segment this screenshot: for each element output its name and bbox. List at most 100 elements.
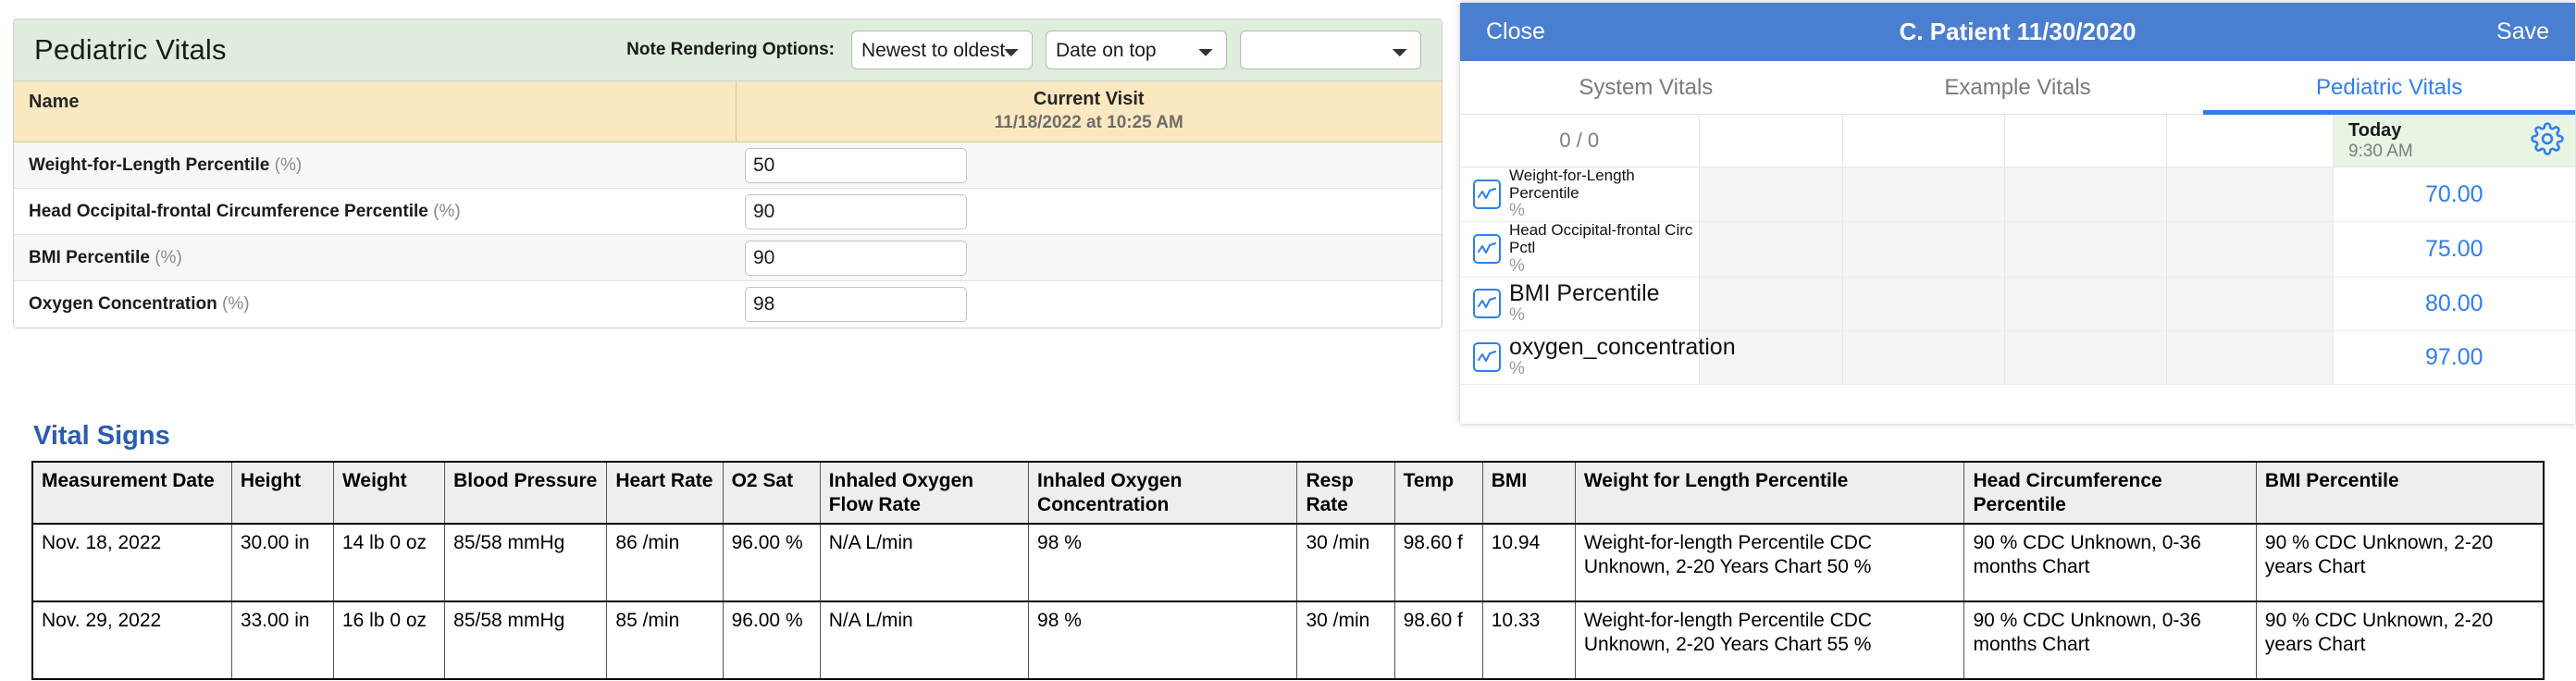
- vitals-grid-row: oxygen_concentration % 97.00: [1460, 330, 2575, 385]
- note-extra-select[interactable]: [1240, 31, 1421, 69]
- vital-name: BMI Percentile: [1509, 279, 1660, 306]
- cell-blood-pressure: 85/58 mmHg: [444, 601, 608, 680]
- vitals-grid-row: Head Occipital-frontal Circ Pctl % 75.00: [1460, 221, 2575, 278]
- cell-weight-for-length-percentile: Weight-for-length Percentile CDC Unknown…: [1574, 523, 1965, 603]
- cell-inhaled-oxygen-flow-rate: N/A L/min: [819, 601, 1030, 680]
- cell-resp-rate: 30 /min: [1296, 523, 1395, 603]
- close-button[interactable]: Close: [1486, 19, 1545, 45]
- cell-inhaled-oxygen-concentration: 98 %: [1028, 523, 1298, 603]
- column-header-current-visit: Current Visit 11/18/2022 at 10:25 AM: [735, 80, 1442, 142]
- empty-cell: [1841, 167, 2004, 223]
- patient-title: C. Patient 11/30/2020: [1899, 18, 2136, 45]
- empty-cell: [1698, 277, 1842, 331]
- tab-label: Example Vitals: [1944, 74, 2091, 100]
- empty-column-header: [2003, 115, 2166, 167]
- tab-label: Pediatric Vitals: [2316, 74, 2463, 100]
- column-header-weight: Weight: [332, 461, 446, 526]
- today-label: Today: [2348, 120, 2402, 142]
- empty-cell: [2165, 221, 2333, 278]
- note-rendering-options: Note Rendering Options: Newest to oldest…: [626, 31, 1421, 69]
- column-header-temp: Temp: [1393, 461, 1483, 526]
- empty-cell: [2165, 277, 2333, 331]
- empty-cell: [1698, 221, 1842, 278]
- table-row: Nov. 18, 2022 30.00 in 14 lb 0 oz 85/58 …: [31, 523, 2545, 603]
- vital-unit: (%): [433, 201, 461, 221]
- cell-bmi-percentile: 90 % CDC Unknown, 2-20 years Chart: [2255, 601, 2545, 680]
- vital-label-bmi-percentile: BMI Percentile (%): [14, 234, 736, 281]
- record-count: 0 / 0: [1460, 115, 1699, 167]
- vital-input-cell: [736, 234, 1442, 281]
- note-rendering-options-label: Note Rendering Options:: [626, 40, 835, 59]
- note-date-position-select[interactable]: Date on top: [1046, 31, 1227, 69]
- line-chart-icon[interactable]: [1473, 342, 1501, 373]
- column-header-blood-pressure: Blood Pressure: [444, 461, 608, 526]
- cell-height: 30.00 in: [230, 523, 334, 603]
- today-time: 9:30 AM: [2348, 141, 2413, 161]
- gear-icon[interactable]: [2531, 121, 2564, 160]
- vital-value-weight-for-length[interactable]: 70.00: [2332, 167, 2575, 223]
- pediatric-vitals-table: Name Current Visit 11/18/2022 at 10:25 A…: [14, 80, 1442, 328]
- column-header-resp-rate: Resp Rate: [1296, 461, 1395, 526]
- pediatric-vitals-header: Pediatric Vitals Note Rendering Options:…: [14, 19, 1442, 80]
- empty-cell: [2165, 330, 2333, 385]
- tab-system-vitals[interactable]: System Vitals: [1460, 61, 1832, 114]
- line-chart-icon[interactable]: [1473, 289, 1501, 319]
- vital-label-head-circumference: Head Occipital-frontal Circumference Per…: [14, 188, 736, 235]
- vital-value-bmi-percentile[interactable]: 80.00: [2332, 277, 2575, 331]
- vital-label-weight-for-length: Weight-for-Length Percentile (%): [14, 142, 736, 189]
- empty-column-header: [1841, 115, 2004, 167]
- note-order-select[interactable]: Newest to oldest: [851, 31, 1033, 69]
- table-header-row: Name Current Visit 11/18/2022 at 10:25 A…: [14, 80, 1442, 142]
- empty-cell: [1698, 167, 1842, 223]
- cell-head-circumference-percentile: 90 % CDC Unknown, 0-36 months Chart: [1963, 523, 2257, 603]
- vital-unit: (%): [222, 293, 250, 314]
- dialog-tabs: System Vitals Example Vitals Pediatric V…: [1460, 61, 2575, 115]
- empty-column-header: [2165, 115, 2333, 167]
- column-header-bmi: BMI: [1481, 461, 1576, 526]
- vital-unit: (%): [155, 247, 182, 267]
- vital-label-oxygen-concentration: Oxygen Concentration (%): [14, 280, 736, 328]
- vital-signs-header-row: Measurement Date Height Weight Blood Pre…: [31, 461, 2545, 526]
- table-row: BMI Percentile (%): [14, 234, 1442, 281]
- column-header-inhaled-oxygen-flow-rate: Inhaled Oxygen Flow Rate: [819, 461, 1030, 526]
- column-header-bmi-percentile: BMI Percentile: [2255, 461, 2545, 526]
- vital-unit: %: [1509, 255, 1525, 276]
- vital-signs-table: Measurement Date Height Weight Blood Pre…: [31, 461, 2545, 681]
- cell-weight-for-length-percentile: Weight-for-length Percentile CDC Unknown…: [1574, 601, 1965, 680]
- vital-signs-section: Vital Signs Measurement Date Height Weig…: [31, 421, 2557, 681]
- vital-label-text: BMI Percentile: [29, 247, 150, 267]
- cell-head-circumference-percentile: 90 % CDC Unknown, 0-36 months Chart: [1963, 601, 2257, 680]
- empty-cell: [1841, 221, 2004, 278]
- bmi-percentile-input[interactable]: [745, 240, 967, 276]
- cell-bmi-percentile: 90 % CDC Unknown, 2-20 years Chart: [2255, 523, 2545, 603]
- vital-value-oxygen-concentration[interactable]: 97.00: [2332, 330, 2575, 385]
- empty-column-header: [1698, 115, 1842, 167]
- vital-unit: %: [1509, 359, 1525, 379]
- cell-inhaled-oxygen-concentration: 98 %: [1028, 601, 1298, 680]
- tab-pediatric-vitals[interactable]: Pediatric Vitals: [2203, 61, 2575, 115]
- save-button[interactable]: Save: [2496, 19, 2549, 45]
- cell-height: 33.00 in: [230, 601, 334, 680]
- cell-measurement-date: Nov. 29, 2022: [31, 601, 232, 680]
- cell-heart-rate: 86 /min: [606, 523, 724, 603]
- cell-temp: 98.60 f: [1393, 601, 1483, 680]
- cell-weight: 16 lb 0 oz: [332, 601, 446, 680]
- column-header-o2-sat: O2 Sat: [722, 461, 821, 526]
- vital-unit: (%): [274, 155, 303, 175]
- empty-cell: [2165, 167, 2333, 223]
- cell-inhaled-oxygen-flow-rate: N/A L/min: [819, 523, 1030, 603]
- vitals-dialog: Close C. Patient 11/30/2020 Save System …: [1460, 3, 2575, 424]
- vital-name-cell: Weight-for-Length Percentile %: [1460, 167, 1699, 223]
- vital-input-cell: [736, 280, 1442, 328]
- vitals-grid: 0 / 0 Today 9:30 AM Weight-for-Length Pe…: [1460, 115, 2575, 385]
- head-occipital-frontal-circumference-percentile-input[interactable]: [745, 193, 967, 229]
- vital-value-head-circumference[interactable]: 75.00: [2332, 221, 2575, 278]
- vitals-grid-header-row: 0 / 0 Today 9:30 AM: [1460, 115, 2575, 167]
- oxygen-concentration-input[interactable]: [745, 286, 967, 322]
- cell-bmi: 10.33: [1481, 601, 1576, 680]
- vital-label-text: Oxygen Concentration: [29, 293, 217, 314]
- line-chart-icon[interactable]: [1473, 180, 1501, 210]
- line-chart-icon[interactable]: [1473, 234, 1501, 265]
- tab-example-vitals[interactable]: Example Vitals: [1832, 61, 2204, 114]
- weight-for-length-percentile-input[interactable]: [745, 147, 967, 183]
